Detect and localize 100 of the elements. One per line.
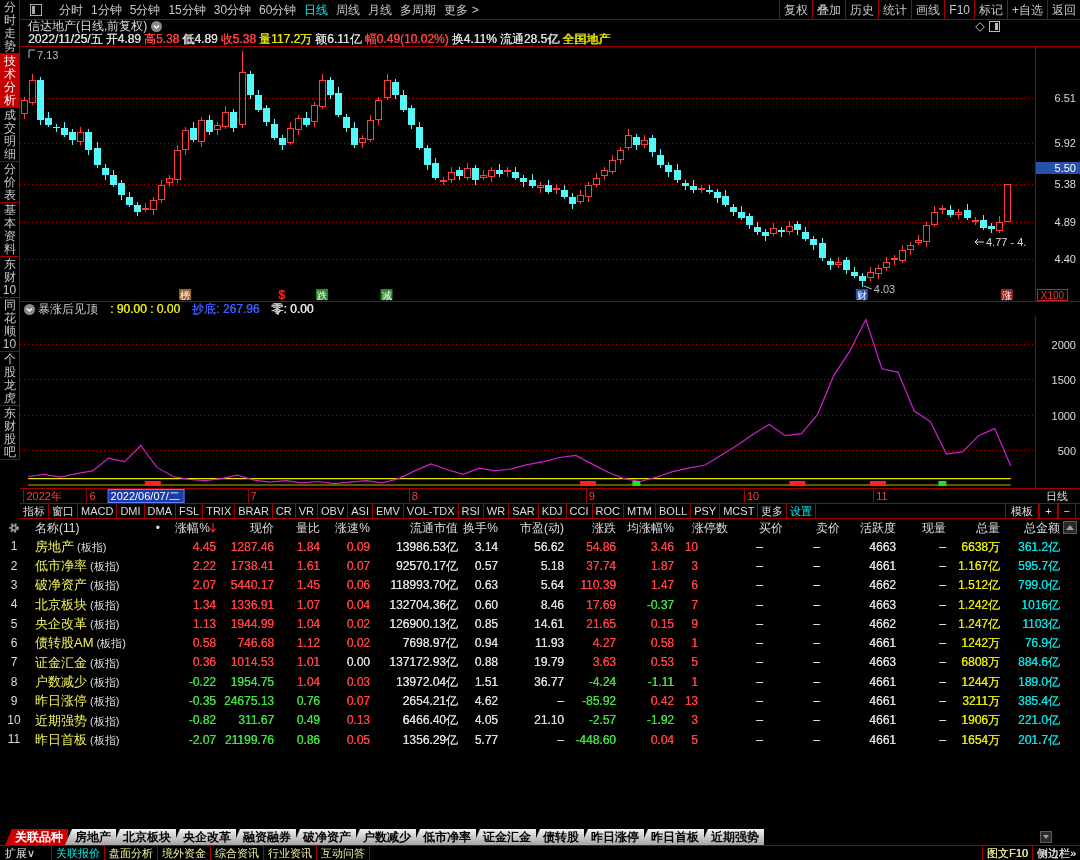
panel-button[interactable]: 图文F10 xyxy=(981,846,1032,860)
column-header[interactable]: 涨幅% xyxy=(175,520,210,536)
tool-button[interactable]: 历史 xyxy=(845,0,879,19)
sector-tab[interactable]: 昨日首板 xyxy=(641,829,704,845)
side-tab[interactable]: 技术分析 xyxy=(0,54,20,108)
tool-button[interactable]: 复权 xyxy=(779,0,813,19)
info-tab[interactable]: 互动问答 xyxy=(317,846,371,860)
sector-tab[interactable]: 破净资产 xyxy=(293,829,356,845)
column-header[interactable]: 市盈(动) xyxy=(520,520,564,536)
sector-tab[interactable]: 关联品种 xyxy=(5,829,68,845)
period-tab[interactable]: 5分钟 xyxy=(126,0,164,19)
indicator-tab[interactable]: MCST xyxy=(720,504,759,518)
info-tab[interactable]: 盘面分析 xyxy=(105,846,159,860)
indicator-tab[interactable]: MTM xyxy=(624,504,657,518)
tool-button[interactable]: 画线 xyxy=(911,0,945,19)
indicator-tab[interactable]: SAR xyxy=(509,504,539,518)
column-header[interactable]: 卖价 xyxy=(816,520,840,536)
indicator-tab[interactable]: FSL xyxy=(176,504,204,518)
tool-button[interactable]: 统计 xyxy=(878,0,912,19)
period-tab[interactable]: 多周期 xyxy=(397,0,440,19)
indicator-tab[interactable]: VR xyxy=(295,504,318,518)
sector-tab[interactable]: 融资融券 xyxy=(233,829,296,845)
column-header[interactable]: 涨跌 xyxy=(592,520,616,536)
expand-menu-button[interactable]: 扩展∨ xyxy=(0,846,53,860)
tool-button[interactable]: F10 xyxy=(944,0,974,19)
indicator-tab[interactable]: 指标 xyxy=(20,504,49,518)
sector-tab[interactable]: 北京板块 xyxy=(113,829,176,845)
info-tab[interactable]: 综合资讯 xyxy=(211,846,265,860)
sector-tab[interactable]: 昨日涨停 xyxy=(581,829,644,845)
panel-button[interactable]: 模板 xyxy=(1005,504,1040,518)
sector-tab[interactable]: 证金汇金 xyxy=(473,829,536,845)
indicator-tab[interactable]: TRIX xyxy=(203,504,236,518)
tool-button[interactable]: 叠加 xyxy=(812,0,846,19)
column-header[interactable]: 涨速% xyxy=(335,520,370,536)
column-header[interactable]: 总量 xyxy=(976,520,1000,536)
column-header[interactable]: 均涨幅% xyxy=(627,520,674,536)
column-header[interactable]: 涨停数 xyxy=(692,520,728,536)
panel-button[interactable]: − xyxy=(1057,504,1076,518)
column-header[interactable]: 流通市值 xyxy=(410,520,458,536)
side-tab[interactable]: 同花顺10 xyxy=(0,298,20,352)
indicator-tab[interactable]: BRAR xyxy=(235,504,273,518)
side-tab[interactable]: 基本资料 xyxy=(0,203,20,257)
indicator-tab[interactable]: PSY xyxy=(691,504,721,518)
column-header[interactable]: 现价 xyxy=(250,520,274,536)
indicator-tab[interactable]: DMI xyxy=(117,504,145,518)
period-tab[interactable]: 周线 xyxy=(333,0,364,19)
panel-button[interactable]: 侧边栏» xyxy=(1031,846,1080,860)
tool-button[interactable]: 标记 xyxy=(974,0,1007,19)
column-header[interactable]: 活跃度 xyxy=(860,520,896,536)
indicator-tab[interactable]: BOLL xyxy=(656,504,692,518)
column-header[interactable]: 现量 xyxy=(922,520,946,536)
side-tab[interactable]: 成交明细 xyxy=(0,108,20,162)
indicator-tab[interactable]: ASI xyxy=(348,504,373,518)
period-tab[interactable]: 30分钟 xyxy=(210,0,255,19)
side-tab[interactable]: 分价表 xyxy=(0,162,20,203)
sector-tab[interactable]: 低市净率 xyxy=(413,829,476,845)
indicator-tab[interactable]: EMV xyxy=(372,504,404,518)
tabs-menu-button[interactable] xyxy=(1040,831,1052,843)
column-header[interactable]: 总金额 xyxy=(1024,520,1060,536)
sector-tab[interactable]: 户数减少 xyxy=(353,829,416,845)
side-tab[interactable]: 个股龙虎 xyxy=(0,352,20,406)
indicator-tab[interactable]: CCI xyxy=(566,504,593,518)
indicator-tab[interactable]: 窗口 xyxy=(49,504,78,518)
column-header[interactable]: 量比 xyxy=(296,520,320,536)
indicator-tab[interactable]: VOL-TDX xyxy=(403,504,459,518)
side-tab[interactable]: 东财股吧 xyxy=(0,406,20,460)
side-tab[interactable]: 东财10 xyxy=(0,257,20,298)
info-tab[interactable]: 境外资金 xyxy=(158,846,212,860)
sector-tab[interactable]: 央企改革 xyxy=(173,829,236,845)
more-button[interactable]: 更多 > xyxy=(441,0,482,19)
panel-button[interactable]: + xyxy=(1039,504,1058,518)
indicator-tab[interactable]: OBV xyxy=(318,504,349,518)
tool-button[interactable]: +自选 xyxy=(1007,0,1047,19)
period-tab[interactable]: 日线 xyxy=(301,0,332,19)
period-tab[interactable]: 60分钟 xyxy=(256,0,300,19)
indicator-tab[interactable]: KDJ xyxy=(538,504,567,518)
sector-tab[interactable]: 债转股 xyxy=(533,829,584,845)
indicator-tab[interactable]: RSI xyxy=(458,504,484,518)
indicator-tab[interactable]: 更多 xyxy=(758,504,788,518)
column-header[interactable]: 名称(11) xyxy=(35,520,80,536)
indicator-tab[interactable]: 设置 xyxy=(787,504,817,518)
period-tab[interactable]: 15分钟 xyxy=(165,0,209,19)
indicator-tab[interactable]: WR xyxy=(483,504,510,518)
indicator-tab[interactable]: ROC xyxy=(592,504,624,518)
period-tab[interactable]: 1分钟 xyxy=(88,0,125,19)
column-header[interactable]: 买价 xyxy=(759,520,783,536)
period-tab[interactable]: 分时 xyxy=(56,0,86,19)
scroll-up-button[interactable] xyxy=(1063,521,1077,534)
column-header[interactable]: 换手% xyxy=(463,520,498,536)
info-tab[interactable]: 关联报价 xyxy=(52,846,106,860)
indicator-tab[interactable]: CR xyxy=(272,504,296,518)
sector-tab[interactable]: 近期强势 xyxy=(701,829,764,845)
info-tab[interactable]: 行业资讯 xyxy=(264,846,318,860)
tool-button[interactable]: 返回 xyxy=(1047,0,1080,19)
column-header[interactable]: • xyxy=(155,520,160,536)
indicator-tab[interactable]: DMA xyxy=(144,504,176,518)
indicator-tab[interactable]: MACD xyxy=(78,504,118,518)
sector-tab[interactable]: 房地产 xyxy=(65,829,116,845)
side-tab[interactable]: 分时走势 xyxy=(0,0,20,54)
period-tab[interactable]: 月线 xyxy=(365,0,396,19)
